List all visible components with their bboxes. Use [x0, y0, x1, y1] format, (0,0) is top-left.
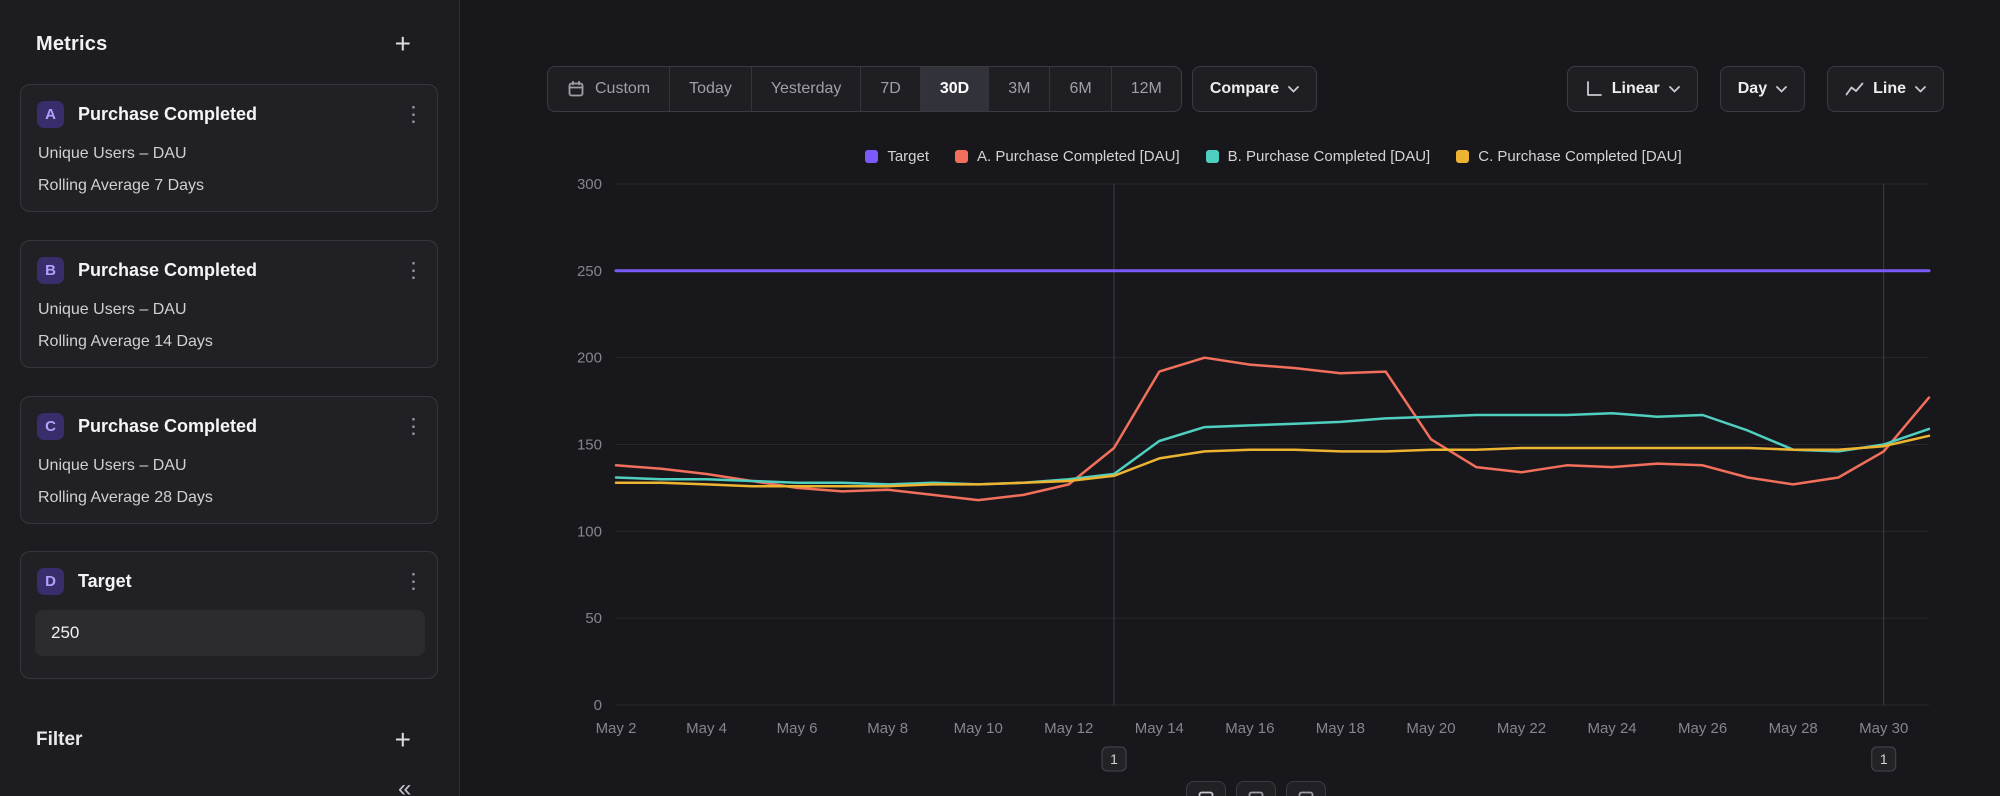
range-30d[interactable]: 30D [921, 67, 989, 111]
collapse-sidebar-icon[interactable]: « [398, 775, 411, 796]
metric-title: Purchase Completed [78, 416, 403, 437]
metric-badge-c: C [37, 413, 64, 440]
metric-title: Purchase Completed [78, 104, 403, 125]
range-12m[interactable]: 12M [1112, 67, 1181, 111]
metric-card-b[interactable]: B Purchase Completed ⋮ Unique Users – DA… [20, 240, 438, 368]
x-tick-label: May 24 [1587, 720, 1636, 737]
sidebar: Metrics + A Purchase Completed ⋮ Unique … [0, 0, 460, 796]
x-tick-label: May 28 [1769, 720, 1818, 737]
chart-tool-button-1[interactable] [1186, 781, 1226, 796]
metric-rolling-average[interactable]: Rolling Average 14 Days [38, 333, 421, 351]
x-tick-label: May 12 [1044, 720, 1093, 737]
x-tick-label: May 18 [1316, 720, 1365, 737]
add-metric-button[interactable]: + [395, 30, 411, 58]
chart-tool-button-3[interactable] [1286, 781, 1326, 796]
kebab-menu-icon[interactable]: ⋮ [403, 416, 421, 437]
metric-rolling-average[interactable]: Rolling Average 28 Days [38, 489, 421, 507]
target-value-input[interactable] [35, 610, 425, 656]
compare-button[interactable]: Compare [1192, 66, 1317, 112]
metric-title: Purchase Completed [78, 260, 403, 281]
kebab-menu-icon[interactable]: ⋮ [403, 104, 421, 125]
range-yesterday[interactable]: Yesterday [752, 67, 862, 111]
interval-selector-button[interactable]: Day [1720, 66, 1805, 112]
target-card[interactable]: D Target ⋮ [20, 551, 438, 679]
chevron-down-icon [1288, 86, 1299, 93]
y-tick-label: 150 [577, 437, 602, 454]
chart-type-selector-button[interactable]: Line [1827, 66, 1944, 112]
metrics-line-chart[interactable]: 0 50 100 150 200 250 300 May 2 May 4 May 6 May 8 Ma… [480, 160, 1970, 790]
series-line-a[interactable] [616, 358, 1929, 500]
y-tick-label: 300 [577, 176, 602, 193]
chevron-down-icon [1915, 86, 1926, 93]
metric-badge-a: A [37, 101, 64, 128]
x-tick-label: May 4 [686, 720, 727, 737]
x-tick-label: May 30 [1859, 720, 1908, 737]
x-tick-label: May 14 [1135, 720, 1184, 737]
range-today[interactable]: Today [670, 67, 752, 111]
series-line-c[interactable] [616, 436, 1929, 486]
scale-selector-button[interactable]: Linear [1567, 66, 1698, 112]
x-tick-label: May 6 [777, 720, 818, 737]
metric-badge-b: B [37, 257, 64, 284]
range-7d[interactable]: 7D [861, 67, 920, 111]
calendar-icon [567, 80, 585, 98]
x-tick-label: May 10 [954, 720, 1003, 737]
metric-measure[interactable]: Unique Users – DAU [38, 145, 421, 163]
y-tick-label: 200 [577, 350, 602, 367]
chevron-down-icon [1776, 86, 1787, 93]
x-tick-label: May 26 [1678, 720, 1727, 737]
bottom-chart-tools [1186, 781, 1326, 796]
chart-option-icon [1247, 790, 1265, 796]
metric-card-a[interactable]: A Purchase Completed ⋮ Unique Users – DA… [20, 84, 438, 212]
linear-scale-icon [1585, 80, 1603, 98]
target-title: Target [78, 571, 403, 592]
x-tick-label: May 2 [596, 720, 637, 737]
line-chart-icon [1845, 81, 1864, 98]
chevron-down-icon [1669, 86, 1680, 93]
x-tick-label: May 16 [1225, 720, 1274, 737]
y-tick-label: 100 [577, 523, 602, 540]
analytics-app: Metrics + A Purchase Completed ⋮ Unique … [0, 0, 2000, 796]
metric-card-c[interactable]: C Purchase Completed ⋮ Unique Users – DA… [20, 396, 438, 524]
x-tick-label: May 20 [1406, 720, 1455, 737]
metric-measure[interactable]: Unique Users – DAU [38, 301, 421, 319]
chart-option-icon [1197, 790, 1215, 796]
metric-rolling-average[interactable]: Rolling Average 7 Days [38, 177, 421, 195]
kebab-menu-icon[interactable]: ⋮ [403, 260, 421, 281]
annotation-badge-label: 1 [1880, 751, 1888, 767]
metric-badge-d: D [37, 568, 64, 595]
add-filter-button[interactable]: + [395, 726, 411, 754]
range-6m[interactable]: 6M [1050, 67, 1111, 111]
chart-tool-button-2[interactable] [1236, 781, 1276, 796]
y-tick-label: 250 [577, 263, 602, 280]
chart-toolbar: Custom Today Yesterday 7D 30D 3M 6M 12M … [547, 66, 1944, 112]
y-tick-label: 0 [594, 697, 602, 714]
x-tick-label: May 8 [867, 720, 908, 737]
kebab-menu-icon[interactable]: ⋮ [403, 571, 421, 592]
y-tick-label: 50 [585, 610, 602, 627]
metric-measure[interactable]: Unique Users – DAU [38, 457, 421, 475]
metrics-header: Metrics [36, 33, 107, 56]
date-range-segmented-control: Custom Today Yesterday 7D 30D 3M 6M 12M [547, 66, 1182, 112]
x-tick-label: May 22 [1497, 720, 1546, 737]
range-custom[interactable]: Custom [548, 67, 670, 111]
filter-header: Filter [36, 729, 82, 751]
chart-option-icon [1297, 790, 1315, 796]
annotation-badge-label: 1 [1110, 751, 1118, 767]
range-3m[interactable]: 3M [989, 67, 1050, 111]
